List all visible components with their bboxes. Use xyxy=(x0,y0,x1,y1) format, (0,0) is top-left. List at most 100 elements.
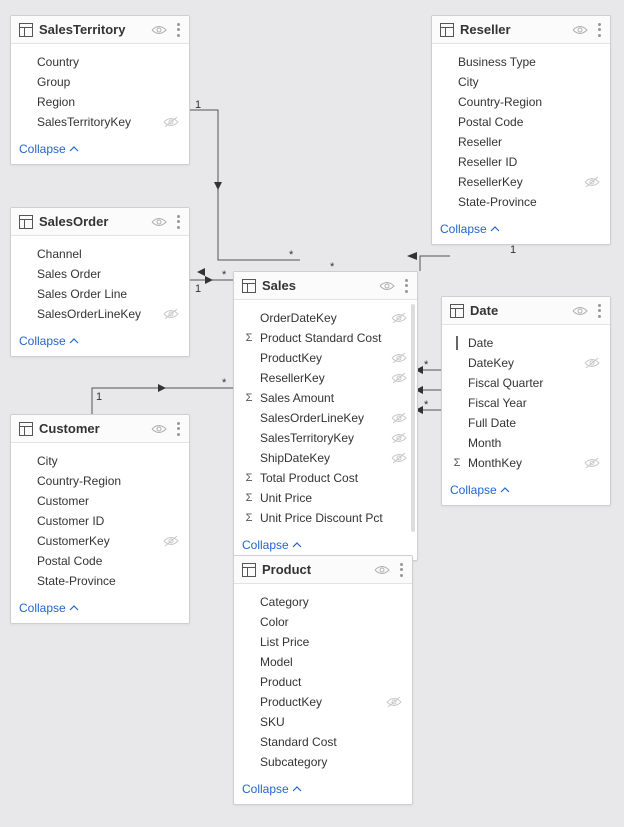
card-header[interactable]: Date xyxy=(442,297,610,325)
field-row[interactable]: ΣUnit Price xyxy=(242,488,413,508)
field-row[interactable]: ΣSales Amount xyxy=(242,388,413,408)
table-sales-order[interactable]: SalesOrder Channel Sales Order Sales Order… xyxy=(10,207,190,357)
sigma-icon: Σ xyxy=(242,472,256,484)
collapse-label: Collapse xyxy=(19,142,66,156)
field-row[interactable]: Sales Order Line xyxy=(19,284,185,304)
field-row[interactable]: ResellerKey xyxy=(440,172,606,192)
field-row[interactable]: SalesOrderLineKey xyxy=(19,304,185,324)
more-icon[interactable] xyxy=(177,215,181,229)
field-row[interactable]: Country-Region xyxy=(19,471,185,491)
card-header[interactable]: Product xyxy=(234,556,412,584)
field-row[interactable]: Product xyxy=(242,672,408,692)
field-row[interactable]: SalesOrderLineKey xyxy=(242,408,413,428)
more-icon[interactable] xyxy=(177,23,181,37)
field-row[interactable]: Color xyxy=(242,612,408,632)
more-icon[interactable] xyxy=(405,279,409,293)
visibility-icon[interactable] xyxy=(572,25,588,35)
card-header[interactable]: Customer xyxy=(11,415,189,443)
field-label: ResellerKey xyxy=(458,175,580,189)
more-icon[interactable] xyxy=(400,563,404,577)
collapse-button[interactable]: Collapse xyxy=(11,136,189,164)
field-row[interactable]: Country-Region xyxy=(440,92,606,112)
field-row[interactable]: Region xyxy=(19,92,185,112)
scrollbar[interactable] xyxy=(411,304,415,532)
field-label: Reseller ID xyxy=(458,155,600,169)
more-icon[interactable] xyxy=(598,23,602,37)
field-row[interactable]: Model xyxy=(242,652,408,672)
field-row[interactable]: Reseller ID xyxy=(440,152,606,172)
collapse-button[interactable]: Collapse xyxy=(11,328,189,356)
field-label: ProductKey xyxy=(260,695,382,709)
field-row[interactable]: Postal Code xyxy=(19,551,185,571)
field-row[interactable]: SalesTerritoryKey xyxy=(19,112,185,132)
table-date[interactable]: Date DateDateKeyFiscal QuarterFiscal Yea… xyxy=(441,296,611,506)
field-row[interactable]: City xyxy=(19,451,185,471)
collapse-button[interactable]: Collapse xyxy=(442,477,610,505)
visibility-icon[interactable] xyxy=(374,565,390,575)
collapse-button[interactable]: Collapse xyxy=(432,216,610,244)
sigma-icon: Σ xyxy=(450,457,464,469)
field-row[interactable]: ResellerKey xyxy=(242,368,413,388)
card-header[interactable]: SalesTerritory xyxy=(11,16,189,44)
field-row[interactable]: ΣTotal Product Cost xyxy=(242,468,413,488)
field-row[interactable]: ΣUnit Price Discount Pct xyxy=(242,508,413,528)
collapse-button[interactable]: Collapse xyxy=(11,595,189,623)
field-row[interactable]: ΣMonthKey xyxy=(450,453,606,473)
field-row[interactable]: Reseller xyxy=(440,132,606,152)
table-sales[interactable]: Sales OrderDateKeyΣProduct Standard Cost… xyxy=(233,271,418,561)
field-row[interactable]: Fiscal Quarter xyxy=(450,373,606,393)
field-row[interactable]: Subcategory xyxy=(242,752,408,772)
field-row[interactable]: Sales Order xyxy=(19,264,185,284)
field-row[interactable]: Full Date xyxy=(450,413,606,433)
field-label: ResellerKey xyxy=(260,371,387,385)
visibility-icon[interactable] xyxy=(572,306,588,316)
svg-text:*: * xyxy=(222,377,227,389)
field-row[interactable]: Standard Cost xyxy=(242,732,408,752)
field-row[interactable]: Channel xyxy=(19,244,185,264)
field-row[interactable]: Country xyxy=(19,52,185,72)
field-row[interactable]: ShipDateKey xyxy=(242,448,413,468)
field-row[interactable]: DateKey xyxy=(450,353,606,373)
more-icon[interactable] xyxy=(177,422,181,436)
field-row[interactable]: Postal Code xyxy=(440,112,606,132)
card-header[interactable]: Sales xyxy=(234,272,417,300)
field-row[interactable]: Customer xyxy=(19,491,185,511)
field-row[interactable]: ProductKey xyxy=(242,348,413,368)
table-customer[interactable]: Customer CityCountry-RegionCustomerCusto… xyxy=(10,414,190,624)
field-row[interactable]: CustomerKey xyxy=(19,531,185,551)
visibility-icon[interactable] xyxy=(151,424,167,434)
field-row[interactable]: State-Province xyxy=(440,192,606,212)
field-label: Channel xyxy=(37,247,179,261)
visibility-icon[interactable] xyxy=(379,281,395,291)
card-header[interactable]: SalesOrder xyxy=(11,208,189,236)
field-row[interactable]: Date xyxy=(450,333,606,353)
field-row[interactable]: Month xyxy=(450,433,606,453)
visibility-icon[interactable] xyxy=(151,217,167,227)
hidden-icon xyxy=(391,312,407,324)
field-label: Sales Order Line xyxy=(37,287,179,301)
field-label: SalesOrderLineKey xyxy=(37,307,159,321)
table-product[interactable]: Product CategoryColorList PriceModelProd… xyxy=(233,555,413,805)
visibility-icon[interactable] xyxy=(151,25,167,35)
field-row[interactable]: List Price xyxy=(242,632,408,652)
field-row[interactable]: State-Province xyxy=(19,571,185,591)
field-label: Subcategory xyxy=(260,755,402,769)
more-icon[interactable] xyxy=(598,304,602,318)
collapse-button[interactable]: Collapse xyxy=(234,776,412,804)
field-row[interactable]: OrderDateKey xyxy=(242,308,413,328)
field-row[interactable]: City xyxy=(440,72,606,92)
table-sales-territory[interactable]: SalesTerritory CountryGroupRegionSalesTe… xyxy=(10,15,190,165)
field-row[interactable]: Customer ID xyxy=(19,511,185,531)
field-row[interactable]: ΣProduct Standard Cost xyxy=(242,328,413,348)
field-row[interactable]: ProductKey xyxy=(242,692,408,712)
hidden-icon xyxy=(584,457,600,469)
field-row[interactable]: Fiscal Year xyxy=(450,393,606,413)
field-row[interactable]: Group xyxy=(19,72,185,92)
table-reseller[interactable]: Reseller Business TypeCityCountry-Region… xyxy=(431,15,611,245)
card-header[interactable]: Reseller xyxy=(432,16,610,44)
field-row[interactable]: Business Type xyxy=(440,52,606,72)
field-row[interactable]: SalesTerritoryKey xyxy=(242,428,413,448)
field-row[interactable]: Category xyxy=(242,592,408,612)
field-row[interactable]: SKU xyxy=(242,712,408,732)
field-label: ShipDateKey xyxy=(260,451,387,465)
